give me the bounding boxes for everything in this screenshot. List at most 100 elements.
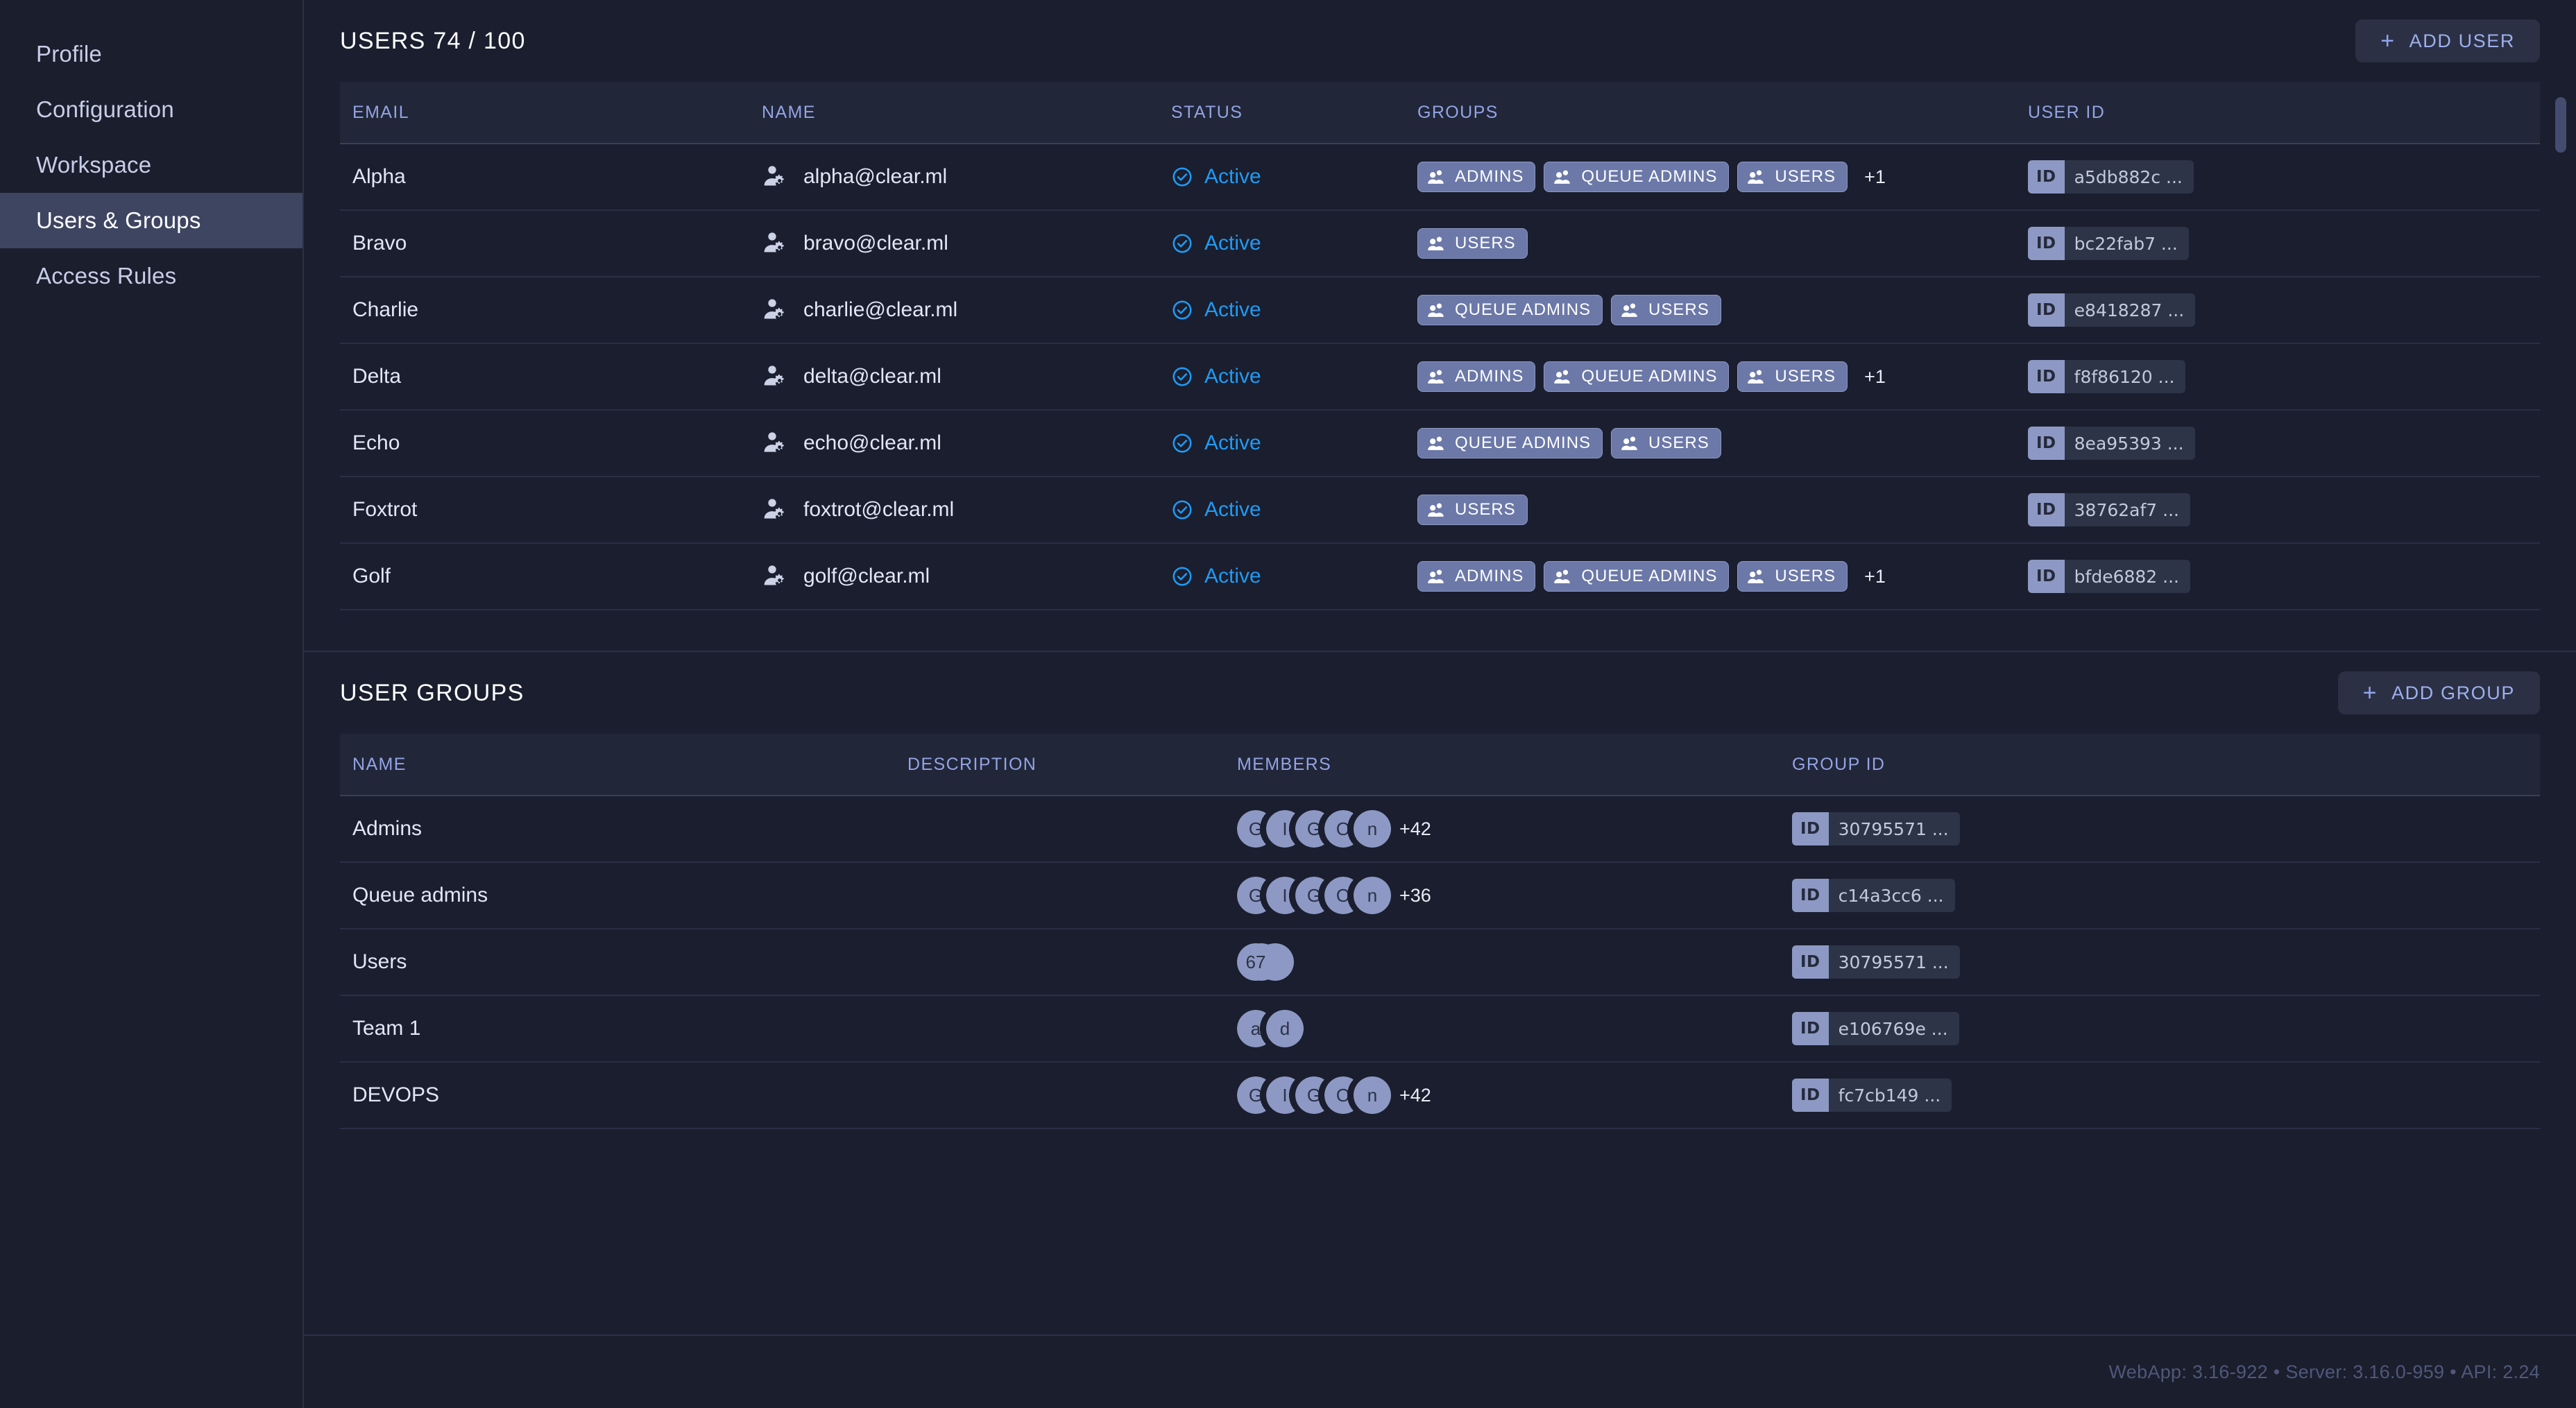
member-avatar[interactable]: n — [1354, 877, 1391, 914]
group-table-row[interactable]: Users 67 ID30795571 ... — [340, 929, 2540, 996]
group-chip[interactable]: USERS — [1737, 162, 1848, 192]
user-email-cell: Golf — [340, 565, 749, 588]
group-chip-label: USERS — [1775, 367, 1836, 386]
group-chip[interactable]: QUEUE ADMINS — [1544, 162, 1729, 192]
user-id-badge[interactable]: IDbc22fab7 ... — [2028, 227, 2189, 260]
user-table-row[interactable]: Alphaalpha@clear.mlActiveADMINSQUEUE ADM… — [340, 144, 2540, 211]
column-header-user-id[interactable]: USER ID — [2015, 103, 2540, 123]
member-avatar[interactable]: n — [1354, 1076, 1391, 1114]
user-table-row[interactable]: Golfgolf@clear.mlActiveADMINSQUEUE ADMIN… — [340, 544, 2540, 610]
groups-overflow-count[interactable]: +1 — [1864, 566, 1886, 587]
user-table-row[interactable]: Deltadelta@clear.mlActiveADMINSQUEUE ADM… — [340, 344, 2540, 411]
members-overflow-count[interactable]: +36 — [1399, 885, 1431, 907]
group-chip[interactable]: ADMINS — [1417, 162, 1535, 192]
users-table-scrollbar[interactable] — [2555, 97, 2566, 569]
column-header-members[interactable]: MEMBERS — [1225, 755, 1780, 775]
add-group-button[interactable]: + ADD GROUP — [2338, 671, 2540, 714]
user-table-row[interactable]: Echoecho@clear.mlActiveQUEUE ADMINSUSERS… — [340, 411, 2540, 477]
user-groups-card-header: USER GROUPS + ADD GROUP — [304, 652, 2576, 734]
user-id-badge[interactable]: ID38762af7 ... — [2028, 493, 2190, 526]
group-id-badge[interactable]: IDc14a3cc6 ... — [1792, 879, 1955, 912]
user-table-row[interactable]: Charliecharlie@clear.mlActiveQUEUE ADMIN… — [340, 277, 2540, 344]
user-id-badge[interactable]: IDa5db882c ... — [2028, 160, 2194, 194]
user-id-badge[interactable]: IDf8f86120 ... — [2028, 360, 2185, 393]
user-name-text: charlie@clear.ml — [803, 298, 957, 322]
group-id-badge[interactable]: ID30795571 ... — [1792, 945, 1960, 979]
user-status-cell: Active — [1159, 565, 1405, 588]
user-groups-title: USER GROUPS — [340, 680, 524, 707]
user-table-row[interactable]: Foxtrotfoxtrot@clear.mlActiveUSERSID3876… — [340, 477, 2540, 544]
group-table-row[interactable]: Team 1adIDe106769e ... — [340, 996, 2540, 1063]
group-chip[interactable]: USERS — [1611, 428, 1721, 458]
group-chip[interactable]: USERS — [1417, 228, 1528, 259]
group-chip[interactable]: USERS — [1737, 361, 1848, 392]
column-header-description[interactable]: DESCRIPTION — [895, 755, 1225, 775]
sidebar-item-access-rules[interactable]: Access Rules — [0, 248, 302, 304]
column-header-name[interactable]: NAME — [749, 103, 1159, 123]
user-table-row[interactable]: Bravobravo@clear.mlActiveUSERSIDbc22fab7… — [340, 211, 2540, 277]
group-id-cell: ID30795571 ... — [1780, 812, 2540, 845]
column-header-status[interactable]: STATUS — [1159, 103, 1405, 123]
user-status-cell: Active — [1159, 165, 1405, 189]
id-tag-label: ID — [2028, 227, 2065, 260]
group-members-cell: ad — [1225, 1010, 1780, 1047]
members-overflow-count[interactable]: +42 — [1399, 818, 1431, 840]
group-id-badge[interactable]: IDe106769e ... — [1792, 1012, 1959, 1045]
user-id-cell: IDbfde6882 ... — [2015, 560, 2540, 593]
sidebar-item-users-and-groups[interactable]: Users & Groups — [0, 193, 302, 248]
people-icon — [1747, 167, 1766, 187]
status-badge: Active — [1204, 232, 1261, 255]
user-name-text: echo@clear.ml — [803, 431, 941, 455]
sidebar-item-workspace[interactable]: Workspace — [0, 137, 302, 193]
user-gear-icon — [762, 296, 790, 324]
group-chip[interactable]: QUEUE ADMINS — [1544, 361, 1729, 392]
user-id-badge[interactable]: ID8ea95393 ... — [2028, 427, 2195, 460]
users-title: USERS 74 / 100 — [340, 28, 526, 55]
column-header-group-id[interactable]: GROUP ID — [1780, 755, 2540, 775]
sidebar-item-configuration[interactable]: Configuration — [0, 82, 302, 137]
user-id-badge[interactable]: IDe8418287 ... — [2028, 293, 2195, 327]
id-tag-label: ID — [1792, 945, 1829, 979]
member-avatar[interactable]: d — [1266, 1010, 1304, 1047]
group-chip[interactable]: USERS — [1417, 495, 1528, 525]
column-header-groups[interactable]: GROUPS — [1405, 103, 2015, 123]
groups-overflow-count[interactable]: +1 — [1864, 166, 1886, 188]
group-chip[interactable]: ADMINS — [1417, 361, 1535, 392]
members-overflow-count[interactable]: +42 — [1399, 1085, 1431, 1106]
people-icon — [1427, 167, 1447, 187]
user-id-cell: IDf8f86120 ... — [2015, 360, 2540, 393]
group-chip[interactable]: USERS — [1611, 295, 1721, 325]
add-user-button[interactable]: + ADD USER — [2355, 19, 2540, 62]
group-table-row[interactable]: AdminsGIGOn+42ID30795571 ... — [340, 796, 2540, 863]
column-header-name[interactable]: NAME — [340, 755, 895, 775]
people-icon — [1747, 367, 1766, 386]
status-badge: Active — [1204, 498, 1261, 522]
group-id-cell: ID30795571 ... — [1780, 945, 2540, 979]
users-card: USERS 74 / 100 + ADD USER EMAIL NAME STA… — [304, 0, 2576, 652]
member-avatar[interactable]: n — [1354, 810, 1391, 848]
user-name-text: alpha@clear.ml — [803, 165, 947, 189]
group-chip[interactable]: QUEUE ADMINS — [1417, 295, 1603, 325]
member-avatar-stack[interactable]: 67 — [1237, 943, 1294, 981]
check-circle-icon — [1171, 299, 1193, 321]
group-chip[interactable]: ADMINS — [1417, 561, 1535, 592]
group-chip[interactable]: QUEUE ADMINS — [1417, 428, 1603, 458]
column-header-email[interactable]: EMAIL — [340, 103, 749, 123]
user-groups-cell: ADMINS QUEUE ADMINS USERS +1 — [1405, 361, 2015, 392]
group-chip[interactable]: USERS — [1737, 561, 1848, 592]
member-avatar-stack: GIGOn — [1237, 877, 1391, 914]
scrollbar-thumb[interactable] — [2555, 97, 2566, 153]
group-chip[interactable]: QUEUE ADMINS — [1544, 561, 1729, 592]
group-id-badge[interactable]: IDfc7cb149 ... — [1792, 1079, 1952, 1112]
people-icon — [1553, 167, 1573, 187]
id-tag-label: ID — [2028, 160, 2065, 194]
user-status-cell: Active — [1159, 431, 1405, 455]
group-table-row[interactable]: DEVOPSGIGOn+42IDfc7cb149 ... — [340, 1063, 2540, 1129]
groups-overflow-count[interactable]: +1 — [1864, 366, 1886, 388]
group-table-row[interactable]: Queue adminsGIGOn+36IDc14a3cc6 ... — [340, 863, 2540, 929]
group-name-cell: Users — [340, 950, 895, 974]
group-id-badge[interactable]: ID30795571 ... — [1792, 812, 1960, 845]
id-value: 38762af7 ... — [2065, 493, 2190, 526]
user-id-badge[interactable]: IDbfde6882 ... — [2028, 560, 2190, 593]
sidebar-item-profile[interactable]: Profile — [0, 26, 302, 82]
